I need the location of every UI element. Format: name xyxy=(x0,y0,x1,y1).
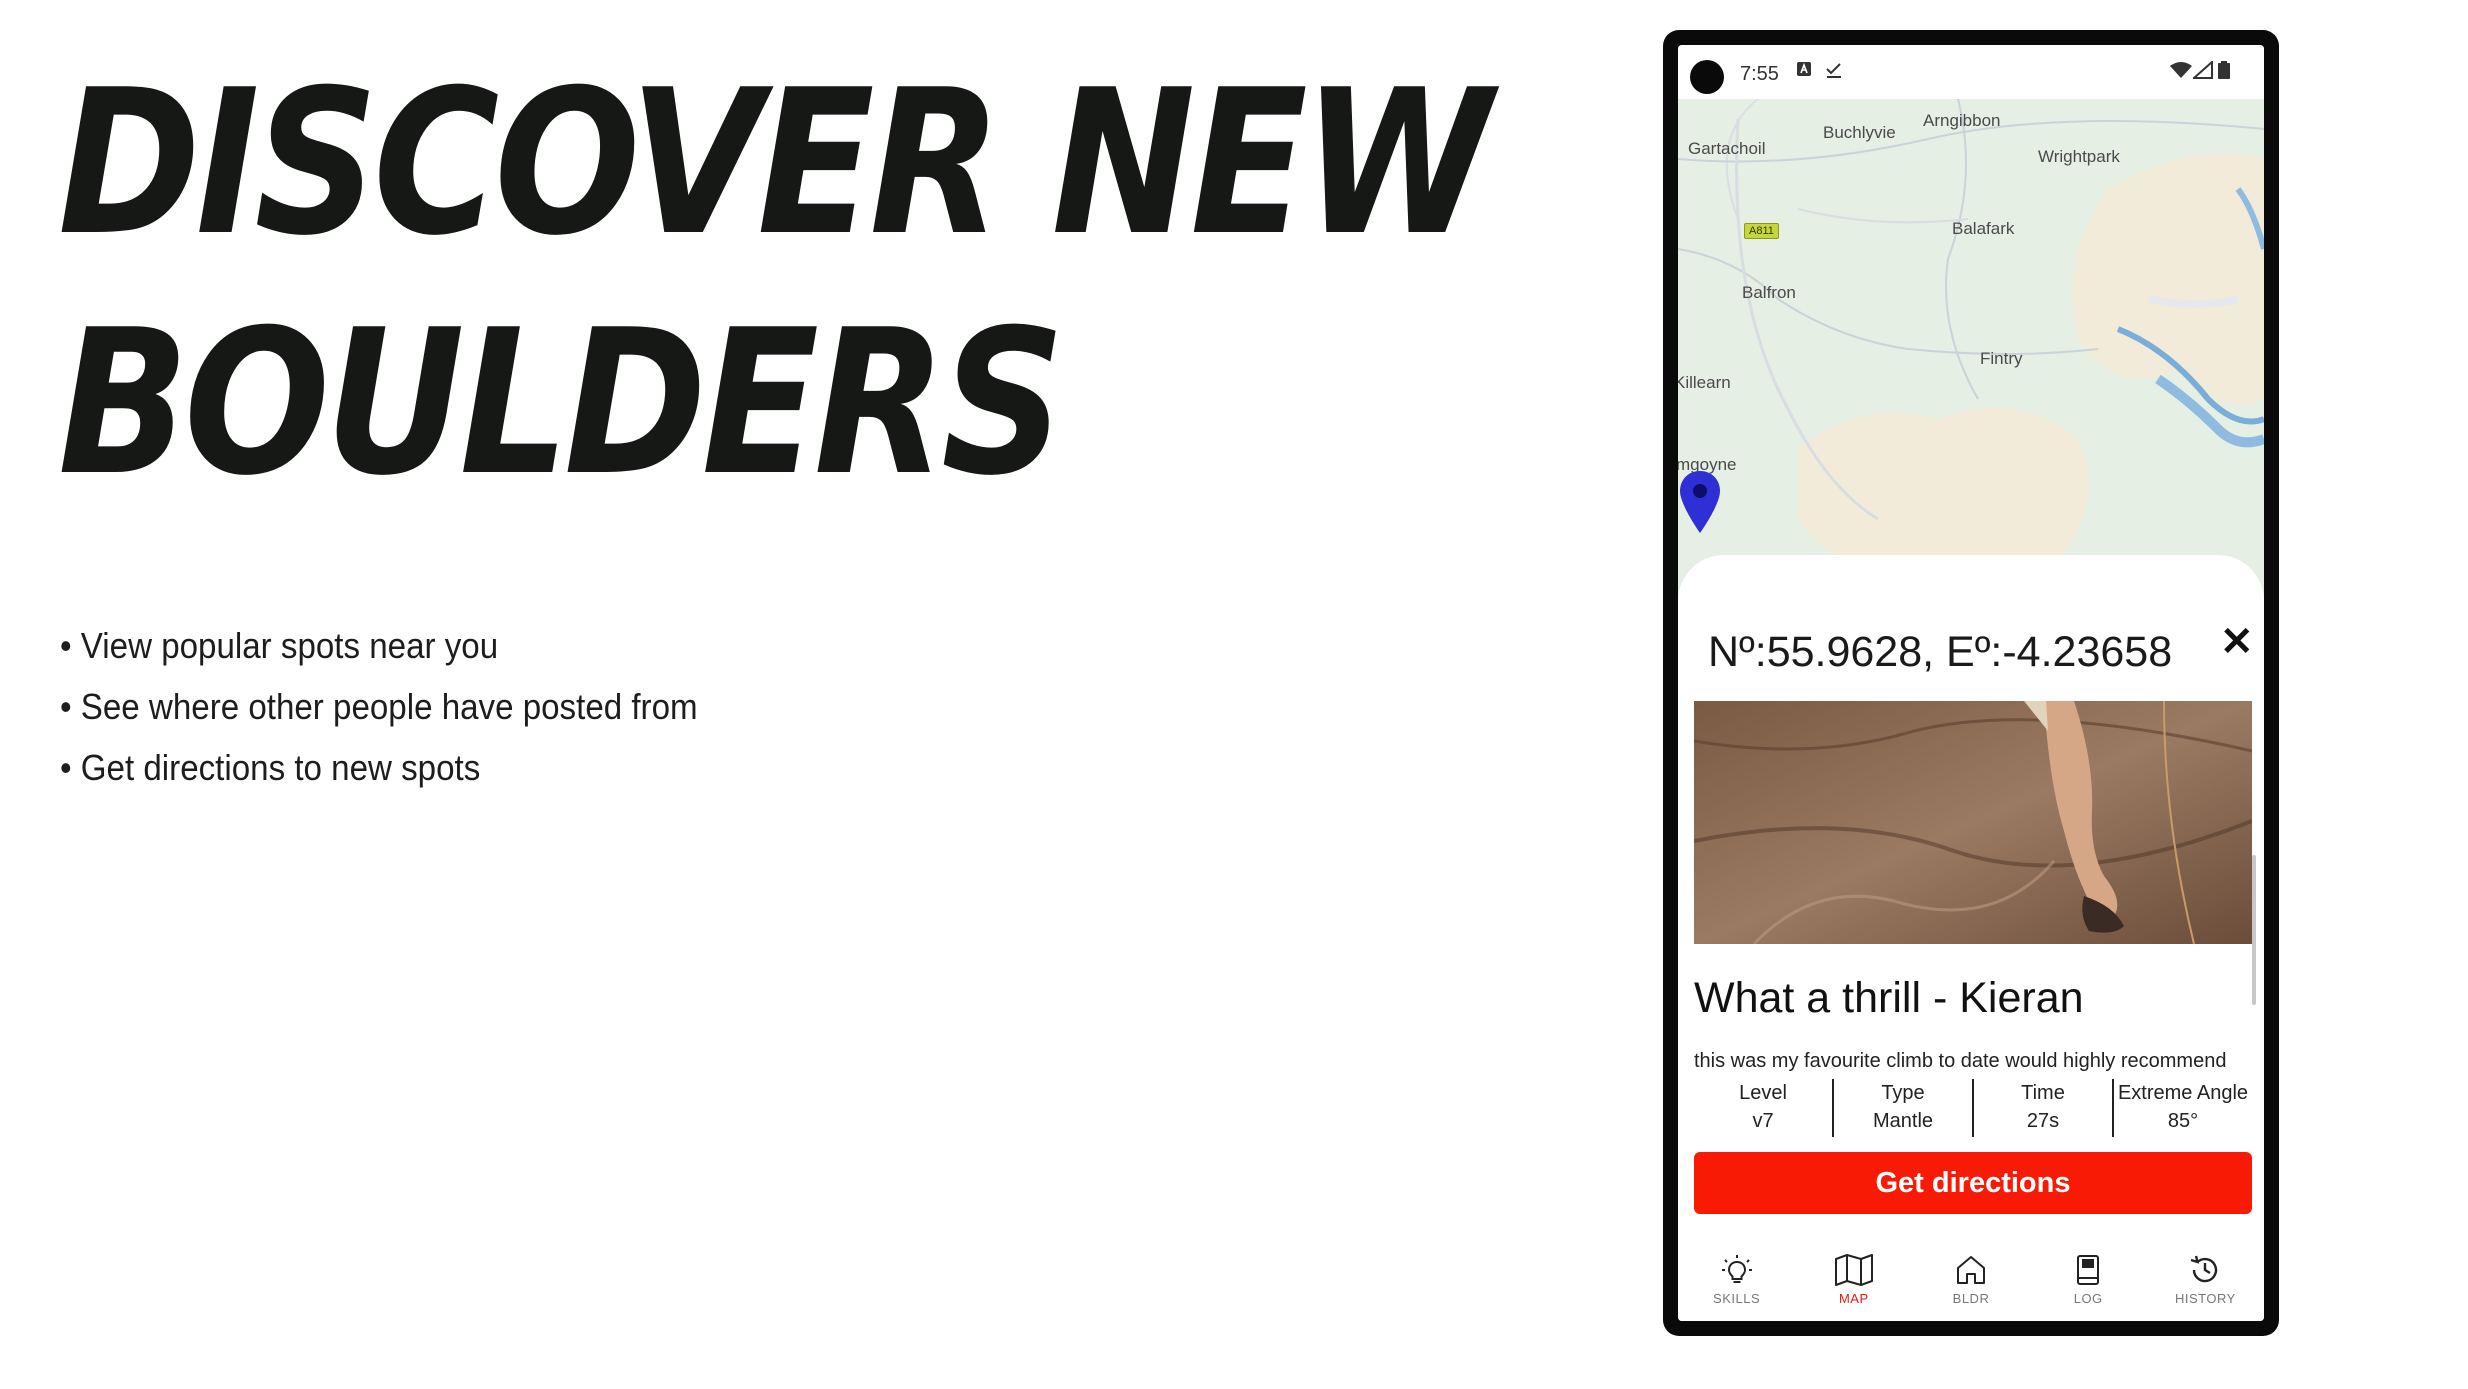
nav-item-bldr[interactable]: BLDR xyxy=(1912,1241,2029,1321)
stat-value: Mantle xyxy=(1872,1110,1934,1132)
status-bar: 7:55 xyxy=(1678,45,2264,99)
feature-item: View popular spots near you xyxy=(60,615,698,676)
stat-label: Type xyxy=(1881,1082,1925,1104)
phone-frame: 7:55 Arngibbon Buchlyvie Gartachoil Wrig… xyxy=(1663,30,2279,1336)
stat-extreme-angle: Extreme Angle 85° xyxy=(2112,1079,2252,1137)
headline-line-1: DISCOVER NEW xyxy=(58,47,1492,280)
stat-type: Type Mantle xyxy=(1832,1079,1972,1137)
nav-item-map[interactable]: MAP xyxy=(1795,1241,1912,1321)
status-time: 7:55 xyxy=(1740,63,1779,85)
book-icon xyxy=(2077,1255,2100,1285)
map-place-label: Fintry xyxy=(1980,349,2023,368)
battery-icon xyxy=(2218,61,2230,84)
stat-value: 85° xyxy=(2167,1110,2199,1132)
map-place-label: Gartachoil xyxy=(1688,139,1766,158)
nav-label: HISTORY xyxy=(2175,1291,2236,1306)
map-pin-icon[interactable] xyxy=(1678,469,1722,535)
stat-value: v7 xyxy=(1752,1110,1774,1132)
post-title: What a thrill - Kieran xyxy=(1694,974,2084,1022)
stat-label: Level xyxy=(1739,1082,1787,1104)
post-photo xyxy=(1694,701,2252,944)
slide-headline: DISCOVER NEW BOULDERS xyxy=(58,44,1492,524)
post-description: this was my favourite climb to date woul… xyxy=(1694,1050,2227,1072)
stats-row: Level v7 Type Mantle Time 27s Extreme An… xyxy=(1694,1079,2252,1137)
stat-value: 27s xyxy=(2026,1110,2060,1132)
stat-level: Level v7 xyxy=(1694,1079,1832,1137)
nav-item-log[interactable]: LOG xyxy=(2030,1241,2147,1321)
map-place-label: Arngibbon xyxy=(1923,111,2001,130)
camera-cutout xyxy=(1690,60,1724,94)
home-icon xyxy=(1957,1256,1985,1284)
map-place-label: Balfron xyxy=(1742,283,1796,302)
bottom-nav: SKILLS MAP BLDR LOG HISTORY xyxy=(1678,1241,2264,1321)
map-place-label: Killearn xyxy=(1678,373,1731,392)
map-terrain xyxy=(1678,99,2264,582)
nav-label: MAP xyxy=(1838,1291,1869,1306)
map-place-label: Balafark xyxy=(1952,219,2015,238)
nav-label: SKILLS xyxy=(1713,1291,1761,1306)
spot-detail-sheet: Nº:55.9628, Eº:-4.23658 ✕ What a thrill … xyxy=(1678,555,2264,1321)
sheet-scrollbar[interactable] xyxy=(2252,855,2256,1005)
coordinates-title: Nº:55.9628, Eº:-4.23658 xyxy=(1708,628,2173,676)
lightbulb-icon xyxy=(1721,1255,1752,1283)
get-directions-button[interactable]: Get directions xyxy=(1694,1152,2252,1214)
check-download-icon xyxy=(1825,61,1843,84)
stat-label: Extreme Angle xyxy=(2117,1082,2249,1104)
stat-time: Time 27s xyxy=(1972,1079,2112,1137)
map-view[interactable]: Arngibbon Buchlyvie Gartachoil Wrightpar… xyxy=(1678,99,2264,619)
feature-item: Get directions to new spots xyxy=(60,737,698,798)
signal-icon xyxy=(2191,59,2213,84)
a-box-icon xyxy=(1796,61,1812,82)
stat-label: Time xyxy=(2021,1082,2065,1104)
nav-label: LOG xyxy=(2073,1291,2103,1306)
nav-label: BLDR xyxy=(1952,1291,1990,1306)
history-icon xyxy=(2191,1255,2218,1283)
feature-item: See where other people have posted from xyxy=(60,676,698,737)
nav-item-history[interactable]: HISTORY xyxy=(2147,1241,2264,1321)
map-place-label: Buchlyvie xyxy=(1823,123,1896,142)
feature-list: View popular spots near you See where ot… xyxy=(60,615,698,798)
close-icon[interactable]: ✕ xyxy=(2220,619,2254,665)
headline-line-2: BOULDERS xyxy=(58,287,1065,520)
map-place-label: Wrightpark xyxy=(2038,147,2120,166)
road-badge: A811 xyxy=(1744,223,1779,239)
phone-screen: 7:55 Arngibbon Buchlyvie Gartachoil Wrig… xyxy=(1678,45,2264,1321)
wifi-icon xyxy=(2170,61,2192,84)
map-icon xyxy=(1834,1254,1873,1286)
nav-item-skills[interactable]: SKILLS xyxy=(1678,1241,1795,1321)
